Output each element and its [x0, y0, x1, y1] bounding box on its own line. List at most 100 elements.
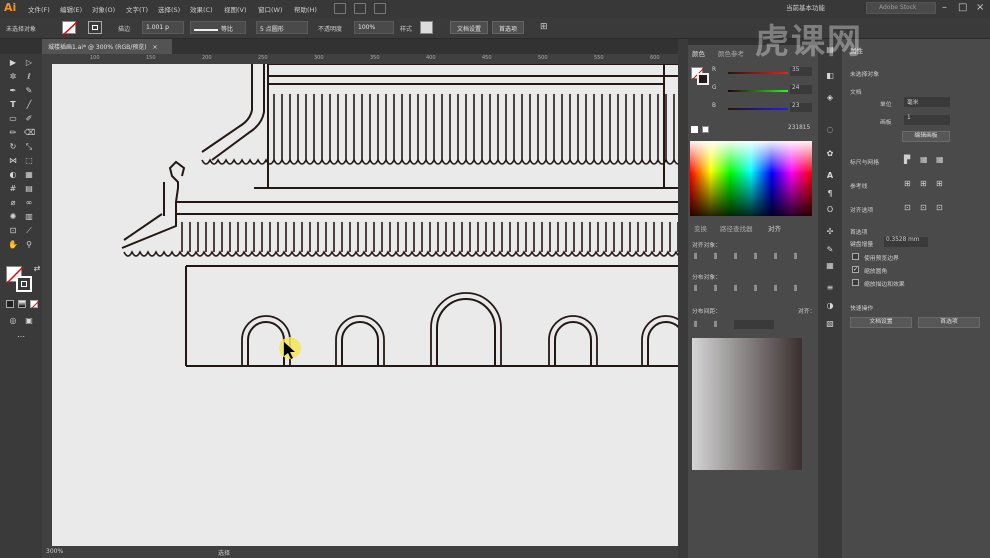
distribute-icon[interactable]: ⫴	[794, 284, 797, 294]
tab-transform[interactable]: 变换	[694, 223, 707, 233]
line-tool-icon[interactable]: ╱	[24, 100, 34, 110]
r-slider[interactable]	[728, 72, 788, 74]
swap-colors-icon[interactable]: ⇄	[32, 264, 42, 274]
gate-tower-artwork[interactable]	[52, 64, 678, 546]
close-icon[interactable]: ×	[976, 2, 984, 13]
distribute-spacing-icon[interactable]: ⫴	[714, 320, 717, 330]
document-setup-button[interactable]: 文档设置	[450, 21, 489, 34]
stock-search[interactable]: Adobe Stock	[866, 2, 936, 14]
eyedropper-tool-icon[interactable]: ⌀	[8, 198, 18, 208]
opentype-icon[interactable]: O	[825, 205, 835, 215]
hand-tool-icon[interactable]: ✋	[8, 240, 18, 250]
stroke-color-icon[interactable]	[16, 276, 32, 292]
distribute-icon[interactable]: ⫴	[694, 284, 697, 294]
snap-pixel-icon[interactable]: ⊡	[936, 203, 943, 212]
color-mode-icon[interactable]	[6, 300, 14, 308]
artboard-tool-icon[interactable]: ⊡	[8, 226, 18, 236]
document-tab[interactable]: 城楼插画1.ai* @ 300% (RGB/预览) ×	[42, 39, 172, 54]
menu-type[interactable]: 文字(T)	[126, 4, 148, 14]
magic-wand-tool-icon[interactable]: ✲	[8, 72, 18, 82]
tab-color[interactable]: 颜色	[692, 48, 705, 58]
mesh-tool-icon[interactable]: #	[8, 184, 18, 194]
symbol-sprayer-tool-icon[interactable]: ✺	[8, 212, 18, 222]
libraries-icon[interactable]: ◧	[825, 71, 835, 81]
distribute-icon[interactable]: ⫴	[734, 284, 737, 294]
panel-stroke-swatch[interactable]	[697, 73, 709, 85]
direct-selection-tool-icon[interactable]: ▷	[24, 58, 34, 68]
menu-effect[interactable]: 效果(C)	[190, 4, 213, 14]
brushes-icon[interactable]: ✎	[825, 245, 835, 255]
align-top-icon[interactable]: ⫴	[754, 252, 757, 262]
g-slider[interactable]	[728, 90, 788, 92]
distribute-spacing-icon[interactable]: ⫴	[694, 320, 697, 330]
menu-window[interactable]: 窗口(W)	[258, 4, 283, 14]
screen-mode-icon[interactable]: ▣	[24, 316, 34, 326]
paintbrush-tool-icon[interactable]: ✐	[24, 114, 34, 124]
g-value[interactable]: 24	[790, 85, 812, 94]
layers-icon[interactable]: ◈	[825, 93, 835, 103]
tab-align[interactable]: 对齐	[768, 223, 781, 233]
snap-point-icon[interactable]: ⊡	[904, 203, 911, 212]
white-swatch[interactable]	[691, 126, 698, 133]
swatches-icon[interactable]: ▦	[825, 261, 835, 271]
grid-icon[interactable]: ▦	[920, 155, 928, 164]
distribute-icon[interactable]: ⫴	[754, 284, 757, 294]
transparency-icon[interactable]: ◑	[825, 301, 835, 311]
shaper-tool-icon[interactable]: ✏	[8, 128, 18, 138]
quick-doc-setup-button[interactable]: 文档设置	[850, 317, 912, 328]
align-bottom-icon[interactable]: ⫴	[794, 252, 797, 262]
appearance-icon[interactable]: ◌	[825, 125, 835, 135]
rectangle-tool-icon[interactable]: ▭	[8, 114, 18, 124]
selection-tool-icon[interactable]: ▶	[8, 58, 18, 68]
align-left-icon[interactable]: ⫴	[694, 252, 697, 262]
workspace-switcher[interactable]: 当前基本功能	[786, 2, 825, 12]
none-mode-icon[interactable]	[30, 300, 40, 310]
graphic-style-swatch[interactable]	[420, 21, 433, 34]
perspective-grid-tool-icon[interactable]: ▦	[24, 170, 34, 180]
pixel-grid-icon[interactable]: ▦	[936, 155, 944, 164]
preferences-button[interactable]: 首选项	[492, 21, 525, 34]
stroke-panel-icon[interactable]: ≡	[825, 283, 835, 293]
spacing-input[interactable]	[734, 320, 774, 329]
menu-object[interactable]: 对象(O)	[92, 4, 115, 14]
arrange-documents-icon[interactable]: ⊞	[540, 22, 548, 32]
variable-width-profile[interactable]: 等比	[190, 21, 246, 34]
quick-preferences-button[interactable]: 首选项	[918, 317, 980, 328]
hex-value[interactable]: 231815	[788, 125, 810, 131]
distribute-icon[interactable]: ⫴	[714, 284, 717, 294]
lasso-tool-icon[interactable]: ℓ	[24, 72, 34, 82]
bridge-icon[interactable]	[334, 3, 346, 14]
paragraph-icon[interactable]: ¶	[825, 189, 835, 199]
distribute-icon[interactable]: ⫴	[774, 284, 777, 294]
zoom-tool-icon[interactable]: ⚲	[24, 240, 34, 250]
graph-tool-icon[interactable]: ▥	[24, 212, 34, 222]
menu-view[interactable]: 视图(V)	[224, 4, 247, 14]
gradient-tool-icon[interactable]: ▤	[24, 184, 34, 194]
stock-icon[interactable]	[354, 3, 366, 14]
symbols-icon[interactable]: ✣	[825, 227, 835, 237]
align-right-icon[interactable]: ⫴	[734, 252, 737, 262]
scale-strokes-checkbox[interactable]	[852, 279, 859, 286]
artboard-select[interactable]: 1	[904, 115, 950, 125]
opacity-input[interactable]: 100%	[354, 21, 394, 34]
close-tab-icon[interactable]: ×	[153, 44, 158, 51]
menu-file[interactable]: 文件(F)	[28, 4, 50, 14]
scale-corners-checkbox[interactable]: ✓	[852, 266, 859, 273]
none-swatch[interactable]	[702, 126, 709, 133]
show-guides-icon[interactable]: ⊞	[904, 179, 911, 188]
tab-pathfinder[interactable]: 路径查找器	[720, 223, 753, 233]
keyboard-increment-input[interactable]: 0.3528 mm	[884, 237, 928, 247]
free-transform-tool-icon[interactable]: ⬚	[24, 156, 34, 166]
use-preview-bounds-checkbox[interactable]	[852, 253, 859, 260]
zoom-level[interactable]: 300%	[46, 548, 63, 555]
slice-tool-icon[interactable]: ⟋	[24, 226, 34, 236]
character-icon[interactable]: A	[825, 171, 835, 181]
tab-color-guide[interactable]: 颜色参考	[718, 48, 744, 58]
draw-mode-icon[interactable]: ◎	[8, 316, 18, 326]
b-value[interactable]: 23	[790, 103, 812, 112]
r-value[interactable]: 35	[790, 67, 812, 76]
blend-tool-icon[interactable]: ∞	[24, 198, 34, 208]
menu-select[interactable]: 选择(S)	[158, 4, 180, 14]
align-hcenter-icon[interactable]: ⫴	[714, 252, 717, 262]
menu-edit[interactable]: 编辑(E)	[60, 4, 82, 14]
